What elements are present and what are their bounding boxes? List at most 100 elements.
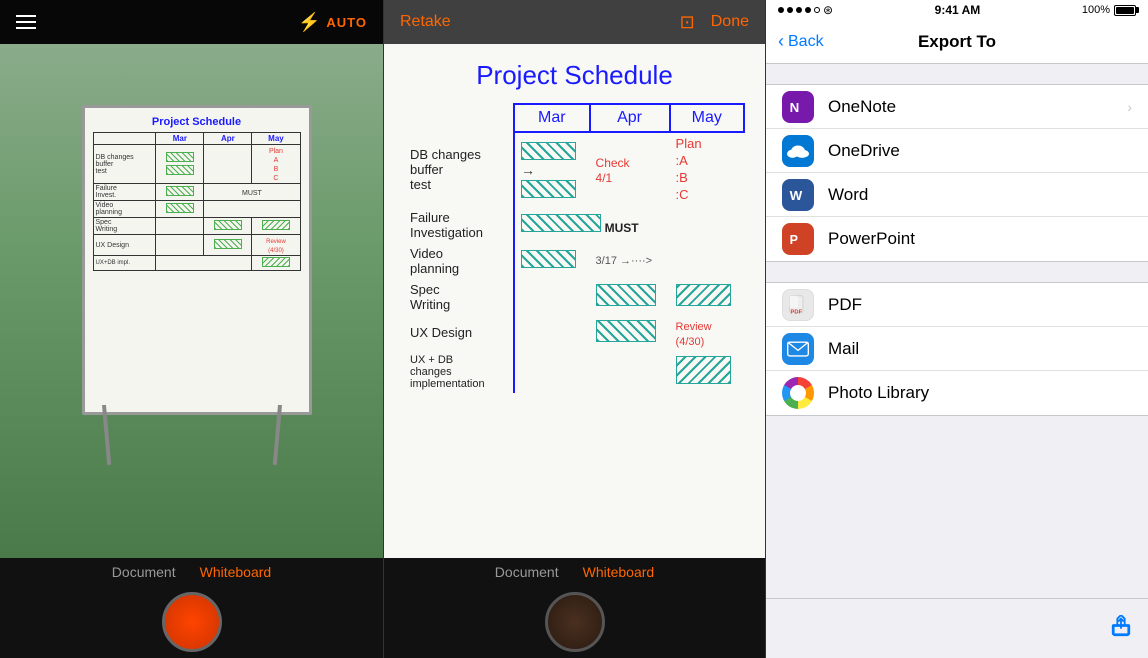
row1-apr: Check4/1: [590, 132, 670, 207]
row5-label: UX Design: [404, 315, 514, 351]
row6-may: [670, 351, 744, 393]
mode-tabs: Document Whiteboard: [112, 564, 271, 580]
mode-tab-whiteboard[interactable]: Whiteboard: [200, 564, 272, 580]
export-section-1: N OneNote › OneDrive W Word P: [766, 84, 1148, 262]
export-item-mail[interactable]: Mail: [766, 327, 1148, 371]
signal-dots: ⊛: [778, 3, 833, 17]
camera-bottom-bar: Document Whiteboard: [0, 558, 383, 658]
col-mar: Mar: [514, 104, 590, 132]
row1-label: DB changesbuffertest: [404, 132, 514, 207]
mail-icon: [782, 333, 814, 365]
preview-mode-document[interactable]: Document: [495, 564, 559, 580]
row2-may: [670, 207, 744, 243]
row4-apr: [590, 279, 670, 315]
pdf-icon: PDF: [782, 289, 814, 321]
wb-preview-title: Project Schedule: [404, 60, 745, 91]
whiteboard-frame: Project Schedule MarAprMay DB changesbuf…: [82, 105, 312, 415]
powerpoint-icon: P: [782, 223, 814, 255]
preview-mode-tabs: Document Whiteboard: [495, 564, 654, 580]
status-time: 9:41 AM: [935, 3, 981, 17]
export-footer: [766, 598, 1148, 658]
export-list: N OneNote › OneDrive W Word P: [766, 64, 1148, 598]
export-item-word[interactable]: W Word: [766, 173, 1148, 217]
onenote-label: OneNote: [828, 97, 1127, 117]
auto-label: AUTO: [326, 15, 367, 30]
back-chevron-icon: ‹: [778, 31, 784, 52]
back-label: Back: [788, 33, 824, 51]
row5-mar: [514, 315, 590, 351]
row4-may: [670, 279, 744, 315]
whiteboard-preview-content: Project Schedule Mar Apr May DB changesb…: [384, 44, 765, 558]
camera-header: ⚡ AUTO: [0, 0, 383, 44]
whiteboard-stand: Project Schedule MarAprMay DB changesbuf…: [62, 95, 322, 465]
row2-cells: MUST: [514, 207, 670, 243]
menu-icon[interactable]: [16, 15, 36, 29]
battery-icon: [1114, 5, 1136, 16]
status-battery-area: 100%: [1082, 4, 1136, 16]
dot-1: [778, 7, 784, 13]
battery-percent: 100%: [1082, 4, 1110, 16]
row6-apr: [590, 351, 670, 393]
done-button[interactable]: Done: [711, 13, 749, 31]
camera-panel: ⚡ AUTO Project Schedule MarAprMay DB cha…: [0, 0, 383, 658]
svg-text:N: N: [790, 100, 800, 115]
row3-apr-may: 3/17 →····>: [590, 243, 744, 279]
preview-mode-whiteboard[interactable]: Whiteboard: [583, 564, 655, 580]
preview-capture-button[interactable]: [545, 592, 605, 652]
preview-header: Retake ⊡ Done: [384, 0, 765, 44]
export-item-powerpoint[interactable]: P PowerPoint: [766, 217, 1148, 261]
crop-done-area: ⊡ Done: [680, 12, 749, 33]
capture-button[interactable]: [162, 592, 222, 652]
photos-icon: [782, 377, 814, 409]
export-item-pdf[interactable]: PDF PDF: [766, 283, 1148, 327]
row5-may: Review(4/30): [670, 315, 744, 351]
powerpoint-label: PowerPoint: [828, 229, 1132, 249]
wb-enhanced-view: Project Schedule Mar Apr May DB changesb…: [384, 44, 765, 558]
status-bar: ⊛ 9:41 AM 100%: [766, 0, 1148, 20]
dot-5: [814, 7, 820, 13]
dot-2: [787, 7, 793, 13]
dot-4: [805, 7, 811, 13]
row2-label: FailureInvestigation: [404, 207, 514, 243]
battery-fill: [1116, 7, 1134, 14]
camera-viewfinder: Project Schedule MarAprMay DB changesbuf…: [0, 44, 383, 558]
word-label: Word: [828, 185, 1132, 205]
photos-label: Photo Library: [828, 383, 1132, 403]
col-apr: Apr: [590, 104, 670, 132]
preview-panel: Retake ⊡ Done Project Schedule Mar Apr M…: [383, 0, 766, 658]
export-nav-bar: ‹ Back Export To: [766, 20, 1148, 64]
back-button[interactable]: ‹ Back: [778, 31, 824, 52]
wifi-icon: ⊛: [823, 3, 833, 17]
onedrive-label: OneDrive: [828, 141, 1132, 161]
flash-control[interactable]: ⚡ AUTO: [298, 12, 367, 33]
row3-label: Videoplanning: [404, 243, 514, 279]
dot-3: [796, 7, 802, 13]
mail-label: Mail: [828, 339, 1132, 359]
pdf-label: PDF: [828, 295, 1132, 315]
onenote-icon: N: [782, 91, 814, 123]
retake-button[interactable]: Retake: [400, 13, 451, 31]
export-section-2: PDF PDF Mail Photo Library: [766, 282, 1148, 416]
export-item-onedrive[interactable]: OneDrive: [766, 129, 1148, 173]
export-item-photos[interactable]: Photo Library: [766, 371, 1148, 415]
col-may: May: [670, 104, 744, 132]
row1-may: Plan:A:B:C: [670, 132, 744, 207]
mode-tab-document[interactable]: Document: [112, 564, 176, 580]
export-panel: ⊛ 9:41 AM 100% ‹ Back Export To N OneNot…: [766, 0, 1148, 658]
crop-icon[interactable]: ⊡: [680, 12, 695, 33]
export-title: Export To: [918, 32, 996, 52]
onenote-chevron-icon: ›: [1127, 99, 1132, 115]
row4-label: SpecWriting: [404, 279, 514, 315]
row4-mar: [514, 279, 590, 315]
row3-mar: [514, 243, 590, 279]
onedrive-icon: [782, 135, 814, 167]
svg-text:P: P: [790, 233, 798, 247]
row1-mar: →: [514, 132, 590, 207]
preview-bottom-bar: Document Whiteboard: [384, 558, 765, 658]
row6-mar: [514, 351, 590, 393]
share-button[interactable]: [1110, 615, 1132, 643]
svg-text:W: W: [790, 188, 803, 203]
export-item-onenote[interactable]: N OneNote ›: [766, 85, 1148, 129]
wb-title: Project Schedule: [93, 116, 301, 128]
svg-text:PDF: PDF: [791, 309, 803, 315]
